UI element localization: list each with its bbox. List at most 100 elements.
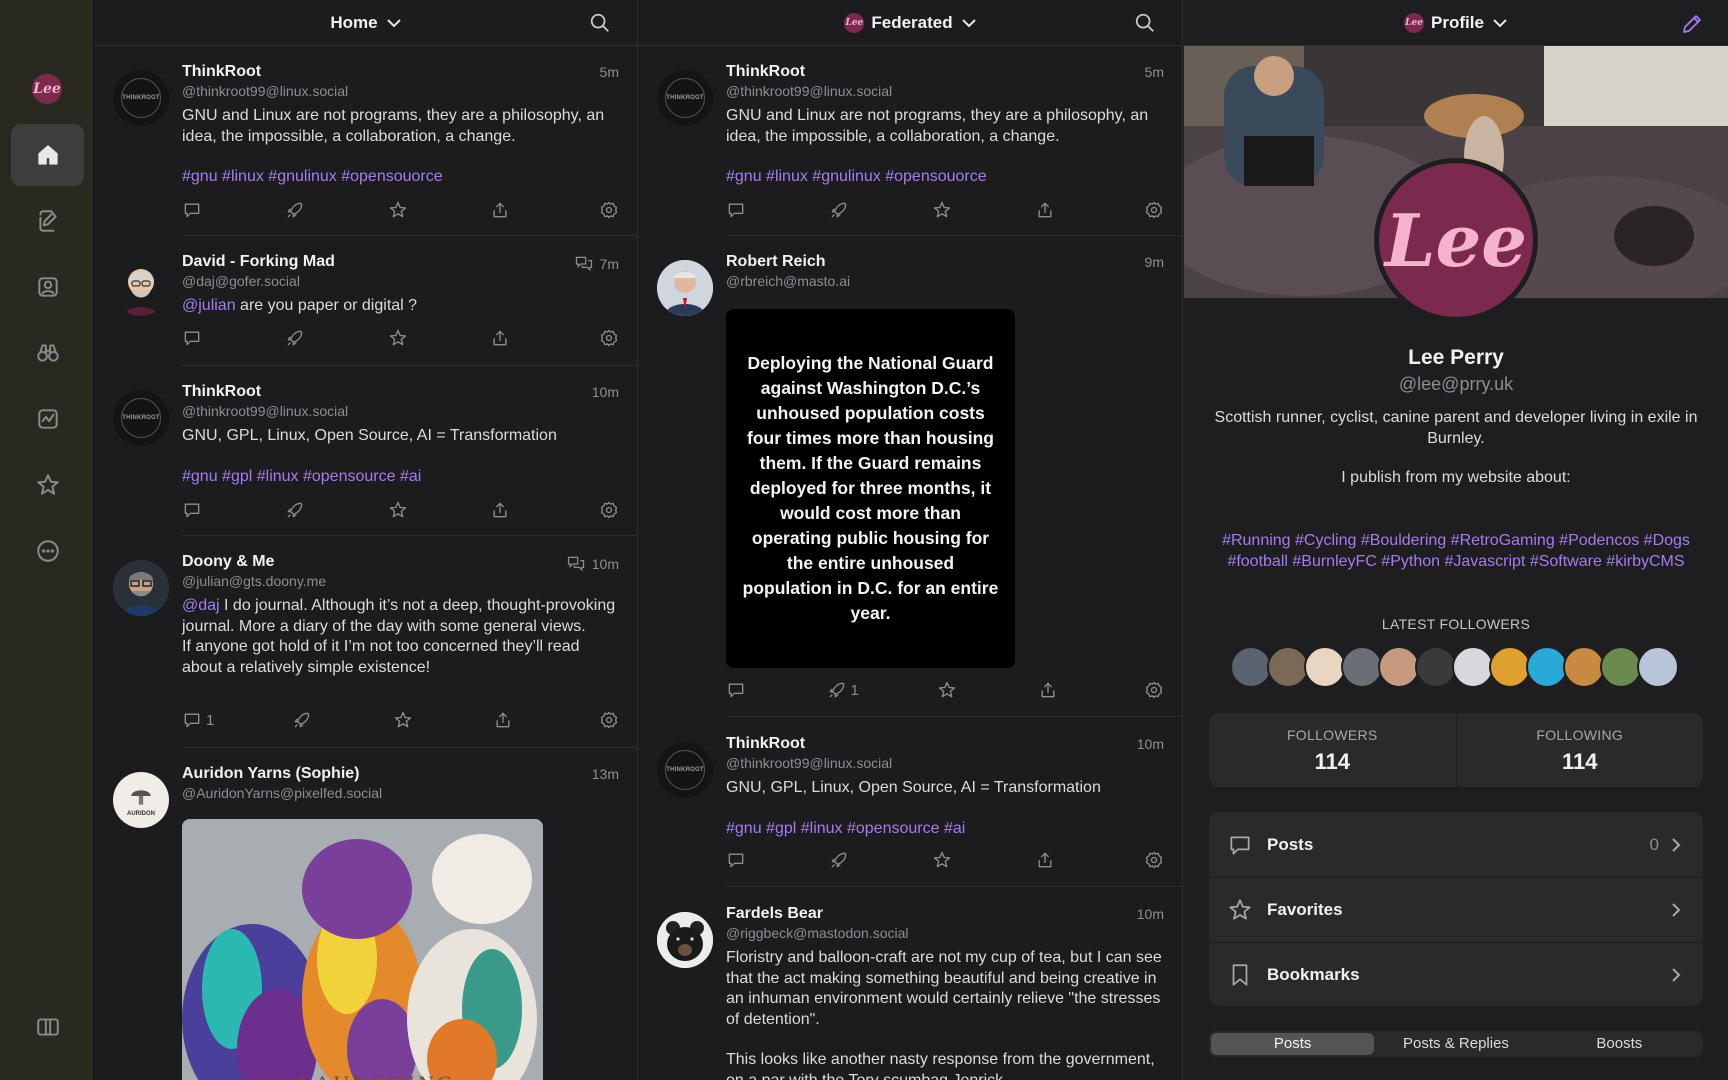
followers-stat[interactable]: FOLLOWERS 114 <box>1209 713 1456 787</box>
tab-boosts[interactable]: Boosts <box>1538 1033 1701 1055</box>
menu-item-posts[interactable]: Posts 0 <box>1209 812 1703 877</box>
favorite-button[interactable] <box>932 200 958 220</box>
user-avatar[interactable]: Lee <box>32 74 62 104</box>
author-name[interactable]: ThinkRoot <box>182 62 619 82</box>
post-tags[interactable]: #gnu #gpl #linux #opensource #ai <box>182 467 619 487</box>
follower-avatar[interactable] <box>1415 646 1457 688</box>
favorite-button[interactable] <box>388 328 414 348</box>
author-name[interactable]: Doony & Me <box>182 552 619 572</box>
favorite-button[interactable] <box>393 710 419 730</box>
follower-avatar[interactable] <box>1526 646 1568 688</box>
follower-avatar[interactable] <box>1452 646 1494 688</box>
avatar[interactable]: AURIDON <box>113 772 169 828</box>
boost-button[interactable] <box>285 200 311 220</box>
more-actions-button[interactable] <box>1138 850 1164 870</box>
follower-avatar[interactable] <box>1637 646 1679 688</box>
menu-item-favorites[interactable]: Favorites <box>1209 877 1703 942</box>
favorite-button[interactable] <box>388 200 414 220</box>
reply-button[interactable] <box>726 850 752 870</box>
time-label: 5m <box>1144 64 1164 80</box>
post-image[interactable]: Deploying the National Guard against Was… <box>726 309 1015 668</box>
share-button[interactable] <box>490 328 516 348</box>
reply-button[interactable] <box>182 328 208 348</box>
more-actions-button[interactable] <box>593 200 619 220</box>
share-button[interactable] <box>1035 850 1061 870</box>
mention-link[interactable]: @julian <box>182 297 236 314</box>
favorite-button[interactable] <box>932 850 958 870</box>
reply-button[interactable] <box>182 500 208 520</box>
avatar[interactable]: THINKROOT <box>113 70 169 126</box>
author-name[interactable]: David - Forking Mad <box>182 252 619 272</box>
author-name[interactable]: Robert Reich <box>726 252 1164 272</box>
share-button[interactable] <box>490 200 516 220</box>
reply-button[interactable] <box>726 200 752 220</box>
follower-avatar[interactable] <box>1230 646 1272 688</box>
reply-button[interactable] <box>726 680 752 700</box>
boost-button[interactable] <box>292 710 318 730</box>
more-actions-button[interactable] <box>1138 200 1164 220</box>
following-stat[interactable]: FOLLOWING 114 <box>1455 713 1704 787</box>
profile-avatar[interactable]: Lee <box>1374 158 1538 322</box>
more-actions-button[interactable] <box>1138 680 1164 700</box>
avatar[interactable] <box>657 912 713 968</box>
sidebar-item-activity[interactable] <box>11 388 84 450</box>
avatar[interactable]: THINKROOT <box>113 390 169 446</box>
post-tags[interactable]: #gnu #gpl #linux #opensource #ai <box>726 819 1164 839</box>
favorite-button[interactable] <box>937 680 963 700</box>
author-name[interactable]: ThinkRoot <box>182 382 619 402</box>
avatar[interactable] <box>113 560 169 616</box>
follower-avatar[interactable] <box>1378 646 1420 688</box>
mention-link[interactable]: @daj <box>182 597 220 614</box>
more-actions-button[interactable] <box>593 328 619 348</box>
tab-posts-replies[interactable]: Posts & Replies <box>1374 1033 1537 1055</box>
boost-button[interactable] <box>829 850 855 870</box>
sidebar-item-more[interactable] <box>11 520 84 582</box>
follower-avatar[interactable] <box>1489 646 1531 688</box>
sidebar-item-home[interactable] <box>11 124 84 186</box>
follower-avatar[interactable] <box>1304 646 1346 688</box>
share-button[interactable] <box>1038 680 1064 700</box>
author-name[interactable]: Auridon Yarns (Sophie) <box>182 764 619 784</box>
home-header[interactable]: Home <box>95 0 637 46</box>
share-button[interactable] <box>1035 200 1061 220</box>
author-name[interactable]: ThinkRoot <box>726 734 1164 754</box>
profile-tags[interactable]: #Running #Cycling #Bouldering #RetroGami… <box>1214 531 1698 572</box>
menu-item-bookmarks[interactable]: Bookmarks <box>1209 942 1703 1007</box>
share-button[interactable] <box>493 710 519 730</box>
tab-posts[interactable]: Posts <box>1211 1033 1375 1055</box>
sidebar-item-explore[interactable] <box>11 322 84 384</box>
divider <box>182 747 637 748</box>
boost-button[interactable] <box>285 500 311 520</box>
profile-header[interactable]: Lee Profile <box>1184 0 1728 46</box>
boost-button[interactable] <box>285 328 311 348</box>
follower-avatar[interactable] <box>1600 646 1642 688</box>
sidebar-item-profile[interactable] <box>11 256 84 318</box>
avatar[interactable] <box>113 260 169 316</box>
boost-button[interactable]: 1 <box>827 680 863 700</box>
search-icon[interactable] <box>1134 12 1156 34</box>
reply-button[interactable] <box>182 200 208 220</box>
follower-avatar[interactable] <box>1341 646 1383 688</box>
avatar[interactable]: THINKROOT <box>657 70 713 126</box>
sidebar-item-favorites[interactable] <box>11 454 84 516</box>
post-tags[interactable]: #gnu #linux #gnulinux #opensouorce <box>726 167 1164 187</box>
more-actions-button[interactable] <box>593 500 619 520</box>
sidebar-item-compose[interactable] <box>11 190 84 252</box>
edit-icon[interactable] <box>1680 12 1704 36</box>
boost-button[interactable] <box>829 200 855 220</box>
follower-avatar[interactable] <box>1267 646 1309 688</box>
search-icon[interactable] <box>589 12 611 34</box>
post-tags[interactable]: #gnu #linux #gnulinux #opensouorce <box>182 167 619 187</box>
sidebar-toggle-button[interactable] <box>11 996 84 1058</box>
avatar[interactable]: THINKROOT <box>657 742 713 798</box>
post-image[interactable]: LAUNCHING <box>182 819 543 1080</box>
author-name[interactable]: Fardels Bear <box>726 904 1164 924</box>
author-name[interactable]: ThinkRoot <box>726 62 1164 82</box>
avatar[interactable] <box>657 260 713 316</box>
federated-header[interactable]: Lee Federated <box>639 0 1182 46</box>
favorite-button[interactable] <box>388 500 414 520</box>
more-actions-button[interactable] <box>593 710 619 730</box>
follower-avatar[interactable] <box>1563 646 1605 688</box>
share-button[interactable] <box>490 500 516 520</box>
reply-button[interactable]: 1 <box>182 710 218 730</box>
